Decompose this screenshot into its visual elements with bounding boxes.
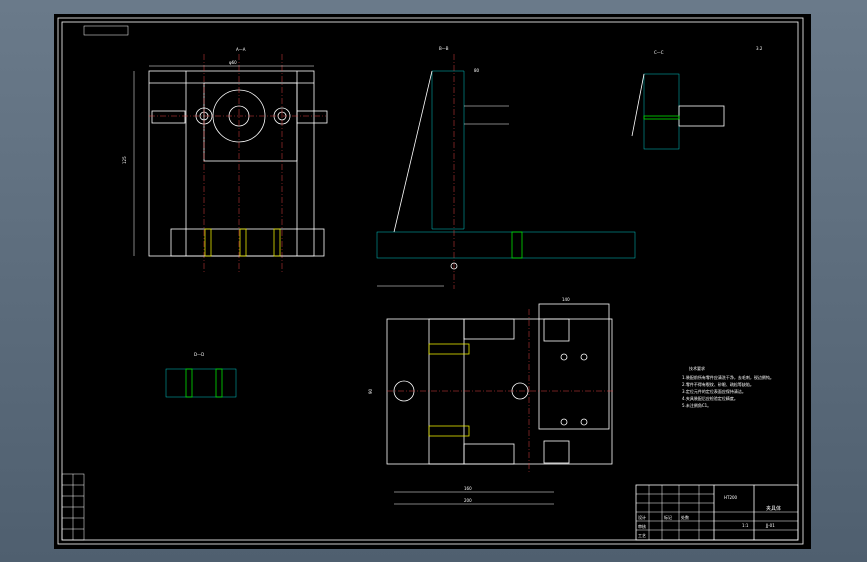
tb-row-count: 处数 bbox=[681, 514, 689, 520]
tb-scale: 1:1 bbox=[742, 523, 749, 528]
drawing-canvas[interactable]: φ60 125 A—A B—B 80 C—C 3.2 D—D 160 200 1… bbox=[54, 14, 811, 549]
section-label-small: D—D bbox=[194, 352, 204, 357]
tech-line-3: 3.定位元件的定位表面应保持清洁。 bbox=[682, 388, 746, 394]
dim-height: 125 bbox=[122, 156, 127, 164]
tb-label-process: 工艺 bbox=[638, 533, 646, 538]
tech-line-1: 1.装配前所有零件应清洗干净，去毛刺，锐边倒钝。 bbox=[682, 374, 774, 380]
section-label-side: B—B bbox=[439, 46, 449, 51]
section-label-front: A—A bbox=[236, 47, 246, 52]
dim-plan-height: 90 bbox=[368, 388, 373, 394]
tb-name: 夹具体 bbox=[766, 505, 781, 512]
tb-material: HT200 bbox=[724, 495, 738, 500]
section-label-detail: C—C bbox=[654, 50, 664, 55]
detail-view-top-right: C—C 3.2 bbox=[631, 46, 763, 150]
cad-viewport[interactable]: φ60 125 A—A B—B 80 C—C 3.2 D—D 160 200 1… bbox=[0, 0, 867, 562]
plan-view: 160 200 140 90 bbox=[368, 297, 614, 505]
tech-line-5: 5.未注倒角C1。 bbox=[682, 402, 711, 408]
roughness-mark: 3.2 bbox=[756, 46, 763, 51]
tech-line-4: 4.夹具装配后应检验定位精度。 bbox=[682, 395, 738, 401]
tech-line-2: 2.零件不得有裂纹、砂眼、疏松等缺陷。 bbox=[682, 381, 754, 387]
technical-requirements: 技术要求 1.装配前所有零件应清洗干净，去毛刺，锐边倒钝。 2.零件不得有裂纹、… bbox=[682, 365, 774, 408]
dim-top-width: φ60 bbox=[229, 60, 237, 65]
dim-plan-width: 140 bbox=[562, 297, 570, 302]
tb-row-mark: 标记 bbox=[664, 514, 672, 520]
section-view-small: D—D bbox=[165, 352, 237, 398]
drawing-svg: φ60 125 A—A B—B 80 C—C 3.2 D—D 160 200 1… bbox=[57, 17, 804, 545]
tb-label-design: 设计 bbox=[638, 514, 646, 520]
dim-side-width: 80 bbox=[474, 68, 480, 73]
sheet-outer-border bbox=[57, 17, 804, 545]
title-block: HT200 夹具体 JJ-01 1:1 设计 审核 工艺 标记 处数 bbox=[635, 484, 799, 541]
front-view: φ60 125 A—A bbox=[122, 47, 328, 274]
dim-plan-total: 200 bbox=[464, 498, 472, 503]
top-left-box bbox=[83, 25, 129, 36]
tech-title: 技术要求 bbox=[689, 365, 705, 371]
tb-label-review: 审核 bbox=[638, 523, 646, 529]
left-strip bbox=[61, 473, 85, 541]
dim-plan-sub: 160 bbox=[464, 486, 472, 491]
sheet-inner-border bbox=[61, 21, 799, 541]
side-view: B—B 80 bbox=[376, 46, 636, 289]
tb-drawing-no: JJ-01 bbox=[765, 523, 775, 528]
